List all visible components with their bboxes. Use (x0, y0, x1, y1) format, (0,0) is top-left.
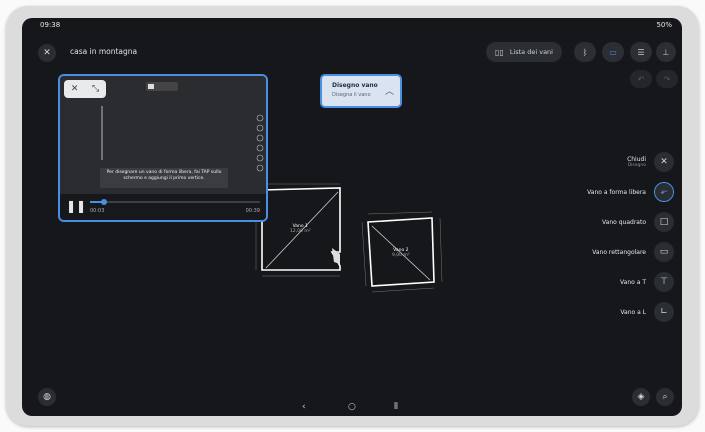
close-menu-sub: Disegno (627, 163, 646, 168)
room-2-label: Vano 2 9,00 m² (392, 248, 410, 258)
room-2-area: 9,00 m² (392, 253, 410, 258)
free-shape-icon[interactable]: ⬐ (654, 182, 674, 202)
menu-item-free-shape[interactable]: Vano a forma libera ⬐ (587, 182, 674, 202)
l-shape-icon[interactable]: ∟ (654, 302, 674, 322)
pause-button[interactable]: ❚❚ (66, 199, 86, 213)
nav-recents-icon[interactable]: ⦀ (394, 402, 398, 412)
rectangle-icon[interactable]: ▭ (654, 242, 674, 262)
menu-item-square[interactable]: Vano quadrato □ (602, 212, 674, 232)
menu-item-rectangle[interactable]: Vano rettangolare ▭ (592, 242, 674, 262)
free-shape-label: Vano a forma libera (587, 188, 646, 196)
square-icon[interactable]: □ (654, 212, 674, 232)
app-screen: 09:38 50% ✕ casa in montagna ▯▯ Lista de… (22, 18, 682, 416)
rectangle-label: Vano rettangolare (592, 248, 646, 256)
video-time-current: 00:03 (90, 208, 105, 214)
tutorial-video-player[interactable]: ✕ ⤡ Per disegnare un vano di forma liber… (58, 74, 268, 222)
nav-home-icon[interactable]: ○ (348, 402, 356, 412)
menu-item-t-shape[interactable]: Vano a T ⊤ (620, 272, 674, 292)
t-shape-label: Vano a T (620, 278, 646, 286)
close-icon[interactable]: ✕ (654, 152, 674, 172)
video-frame: ✕ ⤡ Per disegnare un vano di forma liber… (60, 76, 266, 194)
nav-back-icon[interactable]: ‹ (302, 402, 306, 412)
square-label: Vano quadrato (602, 218, 646, 226)
expand-icon[interactable]: ⤡ (92, 84, 99, 94)
video-controls: ❚❚ 00:03 00:39 (60, 194, 266, 220)
system-nav-bar: ‹ ○ ⦀ (22, 394, 682, 416)
video-time-total: 00:39 (245, 208, 260, 214)
video-seek-handle[interactable] (100, 199, 107, 205)
l-shape-label: Vano a L (620, 308, 646, 316)
close-draw-menu[interactable]: Chiudi Disegno ✕ (627, 152, 674, 172)
close-menu-label: Chiudi Disegno (627, 156, 646, 168)
close-menu-title: Chiudi (627, 156, 646, 163)
video-seekbar[interactable] (90, 199, 260, 205)
room-1-label: Vano 1 12,00 m² (290, 224, 311, 234)
video-window-controls: ✕ ⤡ (64, 80, 106, 98)
room-1-area: 12,00 m² (290, 229, 311, 234)
menu-item-l-shape[interactable]: Vano a L ∟ (620, 302, 674, 322)
t-shape-icon[interactable]: ⊤ (654, 272, 674, 292)
close-video-icon[interactable]: ✕ (71, 84, 79, 94)
video-caption: Per disegnare un vano di forma libera, f… (100, 168, 228, 188)
